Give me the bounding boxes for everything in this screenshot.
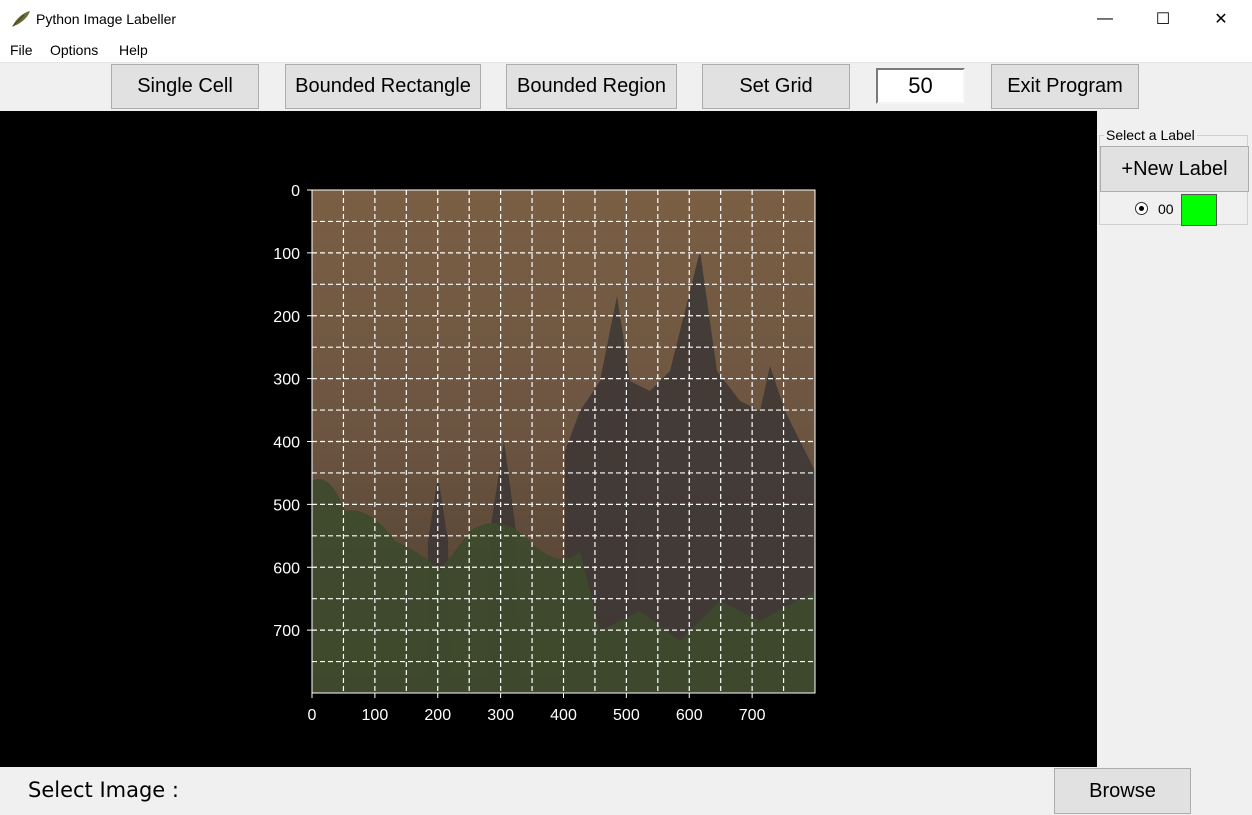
menu-help[interactable]: Help	[119, 42, 148, 58]
x-tick-label: 100	[362, 707, 389, 724]
y-tick-label: 700	[273, 623, 300, 640]
y-tick-label: 0	[291, 183, 300, 200]
y-tick-label: 500	[273, 497, 300, 514]
label-panel: Select a Label +New Label 00	[1097, 111, 1252, 767]
x-tick-label: 600	[676, 707, 703, 724]
image-canvas[interactable]: 0 100 200 300 400 500 600 700 0 100 200 300 400 500 6…	[0, 111, 1097, 767]
x-tick-label: 0	[308, 707, 317, 724]
x-axis: 0 100 200 300 400 500 600 700	[308, 693, 766, 724]
x-tick-label: 700	[739, 707, 766, 724]
menu-options[interactable]: Options	[50, 42, 98, 58]
browse-button[interactable]: Browse	[1054, 768, 1191, 814]
bounded-rectangle-button[interactable]: Bounded Rectangle	[285, 64, 481, 109]
bottom-bar: Select Image : Browse	[0, 767, 1252, 815]
y-tick-label: 200	[273, 309, 300, 326]
exit-program-button[interactable]: Exit Program	[991, 64, 1139, 109]
new-label-button[interactable]: +New Label	[1100, 146, 1249, 192]
app-feather-icon	[12, 11, 30, 27]
x-tick-label: 400	[550, 707, 577, 724]
window-title: Python Image Labeller	[36, 11, 177, 27]
menu-file[interactable]: File	[10, 42, 33, 58]
plot-area[interactable]	[311, 189, 816, 694]
label-item-name: 00	[1158, 201, 1174, 217]
label-color-swatch[interactable]	[1181, 194, 1217, 226]
label-frame-title: Select a Label	[1104, 127, 1197, 143]
y-tick-label: 300	[273, 372, 300, 389]
title-bar: Python Image Labeller — ☐ ✕	[0, 0, 1252, 38]
single-cell-button[interactable]: Single Cell	[111, 64, 259, 109]
toolbar: Single Cell Bounded Rectangle Bounded Re…	[0, 63, 1252, 111]
y-tick-label: 600	[273, 560, 300, 577]
x-tick-label: 200	[424, 707, 451, 724]
set-grid-button[interactable]: Set Grid	[702, 64, 850, 109]
select-image-label: Select Image :	[28, 778, 179, 802]
minimize-button[interactable]: —	[1076, 0, 1134, 38]
menu-bar: File Options Help	[0, 38, 1252, 63]
x-tick-label: 300	[487, 707, 514, 724]
grid-size-input[interactable]: 50	[876, 68, 965, 104]
x-tick-label: 500	[613, 707, 640, 724]
maximize-button[interactable]: ☐	[1134, 0, 1192, 38]
label-radio[interactable]	[1135, 202, 1148, 215]
y-axis: 0 100 200 300 400 500 600 700	[273, 183, 312, 640]
label-item[interactable]: 00	[1135, 194, 1252, 226]
close-button[interactable]: ✕	[1192, 0, 1250, 38]
bounded-region-button[interactable]: Bounded Region	[506, 64, 677, 109]
image-plot[interactable]: 0 100 200 300 400 500 600 700 0 100 200 300 400 500 6…	[0, 111, 1097, 767]
y-tick-label: 400	[273, 435, 300, 452]
y-tick-label: 100	[273, 246, 300, 263]
